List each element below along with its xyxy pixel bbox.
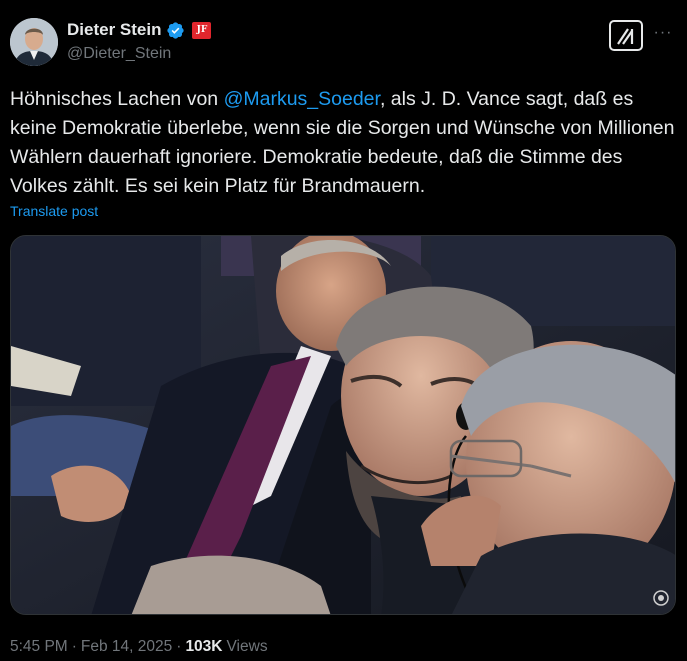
post-time[interactable]: 5:45 PM (10, 638, 68, 656)
photo-scene (11, 236, 675, 614)
more-options-icon[interactable]: ··· (652, 22, 674, 44)
tweet-text-before: Höhnisches Lachen von (10, 88, 224, 110)
tweet: Dieter Stein JF @Dieter_Stein ··· Höhnis… (0, 0, 687, 661)
grok-icon (617, 27, 634, 45)
media-image[interactable] (10, 235, 676, 615)
verified-badge-icon[interactable] (166, 21, 185, 40)
handle[interactable]: @Dieter_Stein (67, 45, 171, 63)
separator: · (176, 638, 182, 655)
name-row: Dieter Stein JF (67, 19, 212, 41)
views-label: Views (226, 638, 268, 655)
post-date[interactable]: Feb 14, 2025 (81, 638, 172, 656)
views-count: 103K (185, 638, 223, 655)
avatar[interactable] (10, 18, 58, 66)
tweet-text: Höhnisches Lachen von @Markus_Soeder, al… (10, 85, 675, 201)
mention-link[interactable]: @Markus_Soeder (224, 88, 380, 110)
post-meta: 5:45 PM · Feb 14, 2025 · 103K Views (10, 638, 268, 656)
separator: · (71, 638, 77, 655)
grok-button[interactable] (609, 20, 643, 51)
display-name[interactable]: Dieter Stein (67, 20, 161, 40)
translate-post-link[interactable]: Translate post (10, 203, 98, 219)
affiliation-badge[interactable]: JF (192, 21, 212, 39)
avatar-image (10, 18, 58, 66)
